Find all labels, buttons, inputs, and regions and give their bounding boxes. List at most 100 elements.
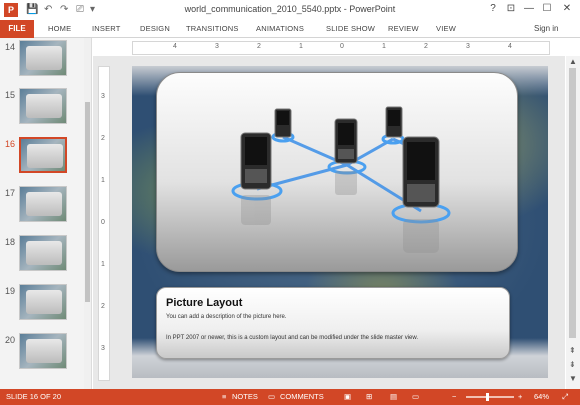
zoom-in-button[interactable]: + [518, 389, 522, 405]
thumbnail-scrollbar[interactable] [84, 38, 91, 389]
thumbnail-content [26, 46, 62, 70]
slide-number: 16 [5, 139, 16, 149]
zoom-level[interactable]: 64% [534, 389, 549, 405]
thumbnail-content [26, 339, 62, 363]
thumbnail-content [26, 94, 62, 118]
tab-transitions[interactable]: TRANSITIONS [186, 20, 239, 38]
powerpoint-window: P 💾 ↶ ↷ ⎚ ▾ world_communication_2010_554… [0, 0, 580, 405]
scroll-down-icon[interactable]: ▼ [569, 374, 577, 383]
status-bar: SLIDE 16 OF 20 ≡ NOTES ▭ COMMENTS ▣ ⊞ ▤ … [0, 389, 580, 405]
slide-thumbnail[interactable] [19, 40, 67, 76]
picture-layout-title[interactable]: Picture Layout [166, 297, 242, 309]
slide-number: 20 [5, 335, 16, 345]
thumbnail-row-active[interactable]: 16 [0, 137, 84, 177]
tab-slide-show[interactable]: SLIDE SHOW [326, 20, 375, 38]
slide-counter: SLIDE 16 OF 20 [6, 392, 62, 401]
slide-canvas[interactable]: Picture Layout You can add a description… [132, 66, 548, 378]
slide-thumbnails-pane: 14 15 16 17 18 19 20 [0, 38, 92, 389]
scrollbar-thumb[interactable] [569, 68, 576, 338]
slide-thumbnail[interactable] [19, 186, 67, 222]
layout-note[interactable]: In PPT 2007 or newer, this is a custom l… [166, 334, 426, 342]
ruler-label: 2 [101, 135, 105, 142]
horizontal-ruler: 4 3 2 1 0 1 2 3 4 [132, 41, 550, 55]
slide-thumbnail[interactable] [19, 284, 67, 320]
ruler-label: 0 [340, 43, 344, 50]
zoom-slider[interactable] [466, 393, 514, 401]
ruler-label: 2 [257, 43, 261, 50]
slide-thumbnail[interactable] [19, 235, 67, 271]
notes-icon[interactable]: ≡ [222, 389, 226, 405]
close-button[interactable]: ✕ [560, 2, 574, 16]
title-bar: P 💾 ↶ ↷ ⎚ ▾ world_communication_2010_554… [0, 0, 580, 20]
caption-panel[interactable]: Picture Layout You can add a description… [156, 287, 510, 359]
slide-number: 18 [5, 237, 16, 247]
comments-icon[interactable]: ▭ [268, 389, 275, 405]
slide-scrollbar[interactable]: ▲ ⇞ ⇟ ▼ [566, 56, 580, 389]
smartphone-network-illustration [231, 106, 451, 253]
smartphone-icon [402, 136, 440, 208]
scrollbar-thumb[interactable] [85, 102, 90, 302]
thumbnail-content [27, 144, 63, 168]
slide-thumbnail[interactable] [19, 88, 67, 124]
reading-view-icon[interactable]: ▤ [390, 389, 397, 405]
slide-thumbnail[interactable] [19, 333, 67, 369]
thumbnail-row[interactable]: 20 [0, 333, 84, 373]
comments-button[interactable]: COMMENTS [280, 389, 324, 405]
thumbnail-content [26, 192, 62, 216]
thumbnail-row[interactable]: 14 [0, 40, 84, 80]
maximize-button[interactable]: ☐ [540, 2, 554, 16]
slide-sorter-icon[interactable]: ⊞ [366, 389, 372, 405]
smartphone-icon [334, 118, 358, 164]
previous-slide-icon[interactable]: ⇞ [569, 346, 576, 355]
ruler-label: 2 [424, 43, 428, 50]
fit-to-window-icon[interactable]: ⤢ [562, 389, 568, 405]
tab-home[interactable]: HOME [48, 20, 71, 38]
ruler-label: 0 [101, 219, 105, 226]
ruler-label: 2 [101, 303, 105, 310]
picture-placeholder[interactable] [156, 72, 518, 272]
ruler-label: 1 [299, 43, 303, 50]
slide-number: 14 [5, 42, 16, 52]
smartphone-icon [274, 108, 292, 138]
sign-in-link[interactable]: Sign in [534, 20, 558, 38]
ruler-label: 4 [508, 43, 512, 50]
slide-thumbnail-selected[interactable] [19, 137, 67, 173]
thumbnail-content [26, 290, 62, 314]
ruler-label: 1 [101, 261, 105, 268]
vertical-ruler: 3 2 1 0 1 2 3 [98, 66, 110, 381]
tab-review[interactable]: REVIEW [388, 20, 419, 38]
ruler-label: 3 [101, 345, 105, 352]
ruler-label: 3 [215, 43, 219, 50]
slide-number: 15 [5, 90, 16, 100]
next-slide-icon[interactable]: ⇟ [569, 360, 576, 369]
tab-view[interactable]: VIEW [436, 20, 456, 38]
normal-view-icon[interactable]: ▣ [344, 389, 351, 405]
ruler-label: 1 [382, 43, 386, 50]
slide-number: 17 [5, 188, 16, 198]
notes-button[interactable]: NOTES [232, 389, 258, 405]
thumbnail-row[interactable]: 15 [0, 88, 84, 128]
minimize-button[interactable]: — [522, 2, 536, 16]
ruler-label: 4 [173, 43, 177, 50]
picture-description[interactable]: You can add a description of the picture… [166, 314, 287, 320]
help-button[interactable]: ? [486, 2, 500, 16]
ruler-label: 3 [101, 93, 105, 100]
tab-insert[interactable]: INSERT [92, 20, 121, 38]
thumbnail-row[interactable]: 19 [0, 284, 84, 324]
slide-number: 19 [5, 286, 16, 296]
ribbon-tabs: FILE HOME INSERT DESIGN TRANSITIONS ANIM… [0, 20, 580, 38]
tab-file[interactable]: FILE [0, 20, 34, 38]
tab-animations[interactable]: ANIMATIONS [256, 20, 304, 38]
slideshow-view-icon[interactable]: ▭ [412, 389, 419, 405]
thumbnail-row[interactable]: 17 [0, 186, 84, 226]
ruler-label: 3 [466, 43, 470, 50]
scroll-up-icon[interactable]: ▲ [569, 57, 577, 66]
ruler-label: 1 [101, 177, 105, 184]
smartphone-icon [385, 106, 403, 138]
thumbnail-row[interactable]: 18 [0, 235, 84, 275]
zoom-out-button[interactable]: − [452, 389, 456, 405]
ribbon-display-options-icon[interactable]: ⊡ [504, 2, 518, 16]
zoom-slider-knob[interactable] [486, 393, 489, 401]
tab-design[interactable]: DESIGN [140, 20, 170, 38]
smartphone-icon [240, 132, 272, 190]
